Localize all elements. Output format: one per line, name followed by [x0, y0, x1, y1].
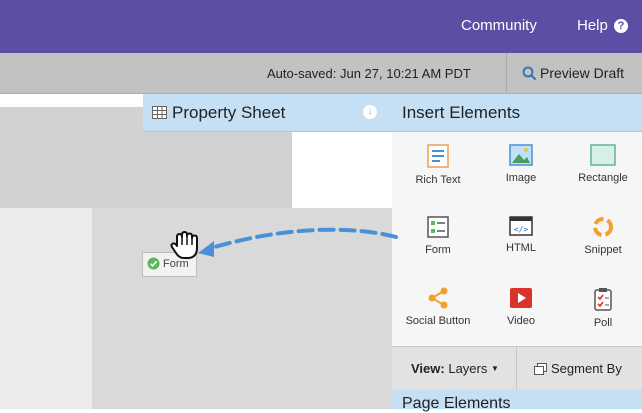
element-form[interactable]: Form [394, 216, 482, 256]
element-poll[interactable]: Poll [559, 287, 642, 329]
element-label: Video [507, 315, 535, 327]
page-elements-title: Page Elements [402, 395, 511, 412]
form-icon [427, 216, 449, 238]
element-label: Poll [593, 317, 613, 329]
insert-elements-panel: Insert Elements Rich Text Image Rectangl… [392, 94, 642, 412]
element-video[interactable]: Video [477, 287, 565, 327]
help-link[interactable]: Help ? [577, 17, 629, 34]
drag-arrow-icon [198, 227, 398, 257]
grid-icon [152, 106, 167, 119]
property-sheet-title: Property Sheet [172, 103, 286, 122]
view-label: View: [411, 361, 445, 376]
element-label: HTML [506, 242, 536, 254]
top-nav-bar: Community Help ? [0, 0, 642, 53]
check-circle-icon [147, 257, 160, 270]
help-label: Help [577, 17, 608, 34]
view-bar-divider [516, 347, 517, 389]
video-icon [510, 288, 532, 308]
element-rectangle[interactable]: Rectangle [559, 144, 642, 184]
canvas-block-strip [0, 208, 92, 409]
element-social-button[interactable]: Social Button [394, 287, 482, 327]
html-icon: </> [509, 216, 533, 236]
view-layers-dropdown[interactable]: View: Layers ▼ [411, 361, 499, 376]
help-icon: ? [614, 19, 629, 33]
insert-elements-header: Insert Elements [392, 94, 642, 132]
element-label: Rectangle [578, 172, 628, 184]
element-label: Form [425, 244, 451, 256]
rich-text-icon [427, 144, 449, 168]
preview-draft-button[interactable]: Preview Draft [522, 65, 624, 81]
editor-toolbar: Auto-saved: Jun 27, 10:21 AM PDT Preview… [0, 53, 642, 94]
element-image[interactable]: Image [477, 144, 565, 184]
insert-elements-title: Insert Elements [402, 103, 521, 122]
element-snippet[interactable]: Snippet [559, 216, 642, 256]
caret-down-icon: ▼ [491, 364, 499, 373]
element-html[interactable]: </> HTML [477, 216, 565, 254]
segment-icon [534, 363, 547, 375]
element-label: Image [505, 172, 537, 184]
page-elements-header[interactable]: Page Elements [392, 389, 642, 412]
toolbar-divider [506, 53, 507, 93]
magnifier-icon [522, 66, 537, 81]
community-link[interactable]: Community [461, 17, 537, 34]
element-rich-text[interactable]: Rich Text [394, 144, 482, 186]
segment-by-button[interactable]: Segment By [534, 361, 622, 376]
download-arrow-icon[interactable]: ↓ [363, 105, 377, 119]
svg-text:</>: </> [514, 225, 529, 234]
social-button-icon [428, 287, 448, 309]
rectangle-icon [590, 144, 616, 166]
snippet-icon [593, 217, 613, 237]
image-icon [509, 144, 533, 166]
poll-icon [594, 288, 612, 311]
property-sheet-header[interactable]: Property Sheet ↓ [143, 94, 392, 132]
element-label: Social Button [405, 315, 471, 327]
preview-draft-label: Preview Draft [540, 65, 625, 81]
view-bar: View: Layers ▼ Segment By [392, 346, 642, 389]
segment-label: Segment By [551, 361, 622, 376]
element-label: Snippet [584, 244, 622, 256]
view-value: Layers [448, 361, 488, 376]
autosave-status: Auto-saved: Jun 27, 10:21 AM PDT [267, 66, 471, 81]
grab-hand-cursor-icon [170, 231, 198, 259]
element-label: Rich Text [415, 174, 461, 186]
